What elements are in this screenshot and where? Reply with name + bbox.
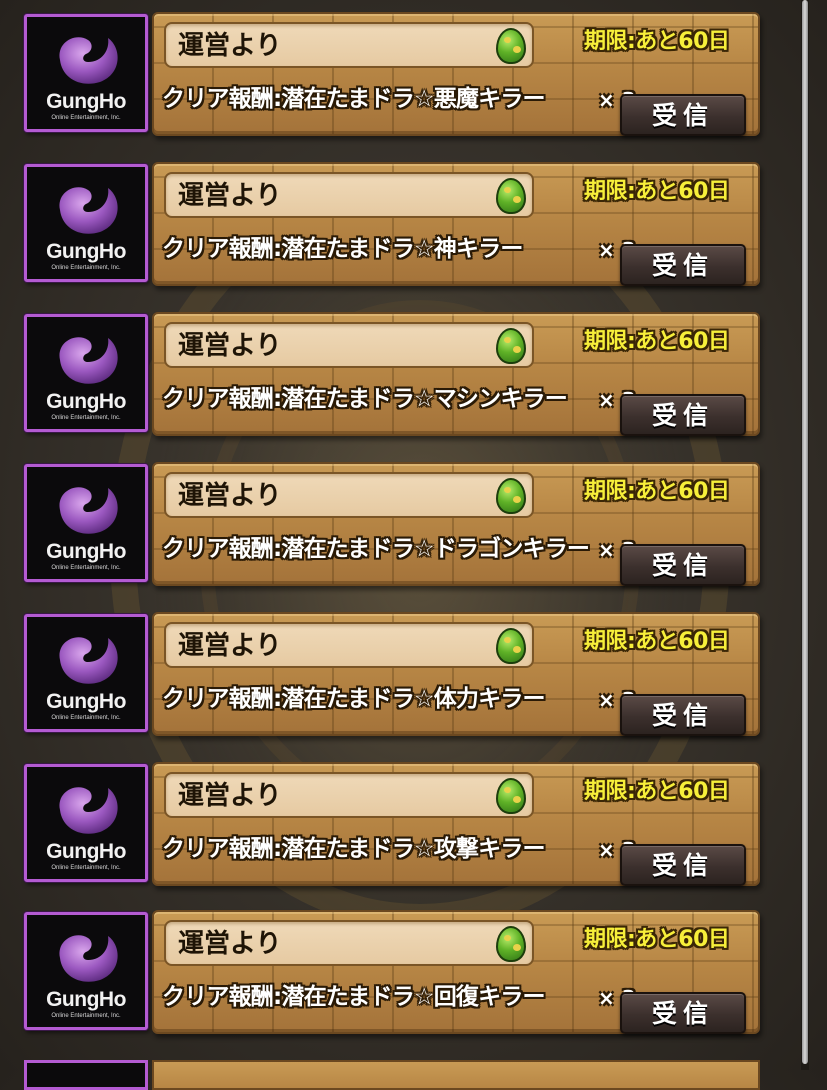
deadline-text: 期限:あと60日 — [584, 779, 730, 804]
logo-text: GungHo — [46, 240, 126, 263]
sender-field: 運営より — [164, 22, 534, 68]
egg-icon — [496, 628, 526, 664]
mail-item[interactable]: GungHo Online Entertainment, Inc. 運営より 期… — [24, 12, 760, 136]
mail-panel: 運営より 期限:あと60日 クリア報酬:潜在たまドラ☆悪魔キラー × 3 受信 — [152, 12, 760, 136]
gungho-swirl-icon — [59, 787, 118, 834]
receive-button[interactable]: 受信 — [620, 694, 746, 736]
mail-item[interactable]: GungHo Online Entertainment, Inc. 運営より 期… — [24, 312, 760, 436]
gungho-swirl-icon — [59, 187, 118, 234]
logo-subtext: Online Entertainment, Inc. — [51, 715, 121, 721]
egg-icon — [496, 178, 526, 214]
mail-panel: 運営より 期限:あと60日 クリア報酬:潜在たまドラ☆体力キラー × 3 受信 — [152, 612, 760, 736]
receive-button-label: 受信 — [651, 401, 714, 430]
reward-text: クリア報酬:潜在たまドラ☆神キラー — [162, 236, 523, 262]
receive-button-label: 受信 — [651, 851, 714, 880]
sender-field: 運営より — [164, 772, 534, 818]
mail-item[interactable]: GungHo Online Entertainment, Inc. 運営より 期… — [24, 462, 760, 586]
receive-button[interactable]: 受信 — [620, 544, 746, 586]
logo-subtext: Online Entertainment, Inc. — [51, 865, 121, 871]
mail-panel: 運営より 期限:あと60日 クリア報酬:潜在たまドラ☆攻撃キラー × 3 受信 — [152, 762, 760, 886]
mail-item[interactable]: GungHo Online Entertainment, Inc. 運営より 期… — [24, 612, 760, 736]
sender-label: 運営より — [178, 631, 282, 661]
logo-text: GungHo — [46, 90, 126, 113]
sender-field: 運営より — [164, 920, 534, 966]
deadline-text: 期限:あと60日 — [584, 629, 730, 654]
receive-button[interactable]: 受信 — [620, 394, 746, 436]
logo-subtext: Online Entertainment, Inc. — [51, 265, 121, 271]
mail-item-partial[interactable] — [24, 1060, 760, 1090]
receive-button[interactable]: 受信 — [620, 992, 746, 1034]
mail-item[interactable]: GungHo Online Entertainment, Inc. 運営より 期… — [24, 762, 760, 886]
reward-text: クリア報酬:潜在たまドラ☆体力キラー — [162, 686, 546, 712]
logo-subtext: Online Entertainment, Inc. — [51, 415, 121, 421]
gungho-swirl-icon — [59, 37, 118, 84]
egg-icon — [496, 28, 526, 64]
receive-button-label: 受信 — [651, 101, 714, 130]
receive-button-label: 受信 — [651, 251, 714, 280]
sender-label: 運営より — [178, 929, 282, 959]
sender-label: 運営より — [178, 481, 282, 511]
gungho-swirl-icon — [59, 487, 118, 534]
sender-label: 運営より — [178, 31, 282, 61]
mail-item[interactable]: GungHo Online Entertainment, Inc. 運営より 期… — [24, 910, 760, 1034]
deadline-text: 期限:あと60日 — [584, 927, 730, 952]
receive-button-label: 受信 — [651, 701, 714, 730]
egg-icon — [496, 926, 526, 962]
mail-panel: 運営より 期限:あと60日 クリア報酬:潜在たまドラ☆神キラー × 3 受信 — [152, 162, 760, 286]
egg-icon — [496, 328, 526, 364]
reward-text: クリア報酬:潜在たまドラ☆回復キラー — [162, 984, 546, 1010]
logo-subtext: Online Entertainment, Inc. — [51, 1013, 121, 1019]
sender-label: 運営より — [178, 781, 282, 811]
mail-panel: 運営より 期限:あと60日 クリア報酬:潜在たまドラ☆回復キラー × 3 受信 — [152, 910, 760, 1034]
gungho-logo-icon: GungHo Online Entertainment, Inc. — [24, 314, 148, 432]
egg-icon — [496, 778, 526, 814]
receive-button[interactable]: 受信 — [620, 844, 746, 886]
mail-panel: 運営より 期限:あと60日 クリア報酬:潜在たまドラ☆ドラゴンキラー × 3 受… — [152, 462, 760, 586]
reward-text: クリア報酬:潜在たまドラ☆悪魔キラー — [162, 86, 546, 112]
deadline-text: 期限:あと60日 — [584, 479, 730, 504]
mail-item[interactable]: GungHo Online Entertainment, Inc. 運営より 期… — [24, 162, 760, 286]
logo-text: GungHo — [46, 840, 126, 863]
receive-button-label: 受信 — [651, 551, 714, 580]
reward-text: クリア報酬:潜在たまドラ☆ドラゴンキラー — [162, 536, 590, 562]
logo-text: GungHo — [46, 540, 126, 563]
sender-field: 運営より — [164, 322, 534, 368]
scrollbar[interactable] — [802, 0, 808, 1064]
gungho-logo-icon: GungHo Online Entertainment, Inc. — [24, 764, 148, 882]
receive-button[interactable]: 受信 — [620, 244, 746, 286]
gungho-logo-icon: GungHo Online Entertainment, Inc. — [24, 614, 148, 732]
gungho-swirl-icon — [59, 337, 118, 384]
deadline-text: 期限:あと60日 — [584, 29, 730, 54]
logo-text: GungHo — [46, 988, 126, 1011]
logo-text: GungHo — [46, 390, 126, 413]
gungho-logo-icon: GungHo Online Entertainment, Inc. — [24, 464, 148, 582]
deadline-text: 期限:あと60日 — [584, 179, 730, 204]
sender-field: 運営より — [164, 622, 534, 668]
egg-icon — [496, 478, 526, 514]
sender-label: 運営より — [178, 181, 282, 211]
gungho-logo-icon: GungHo Online Entertainment, Inc. — [24, 14, 148, 132]
sender-label: 運営より — [178, 331, 282, 361]
logo-subtext: Online Entertainment, Inc. — [51, 115, 121, 121]
receive-button-label: 受信 — [651, 999, 714, 1028]
gungho-logo-icon: GungHo Online Entertainment, Inc. — [24, 912, 148, 1030]
mail-panel: 運営より 期限:あと60日 クリア報酬:潜在たまドラ☆マシンキラー × 3 受信 — [152, 312, 760, 436]
reward-text: クリア報酬:潜在たまドラ☆マシンキラー — [162, 386, 568, 412]
sender-field: 運営より — [164, 172, 534, 218]
gungho-logo-icon — [24, 1060, 148, 1090]
mail-panel — [152, 1060, 760, 1090]
gungho-swirl-icon — [59, 637, 118, 684]
receive-button[interactable]: 受信 — [620, 94, 746, 136]
gungho-logo-icon: GungHo Online Entertainment, Inc. — [24, 164, 148, 282]
logo-text: GungHo — [46, 690, 126, 713]
deadline-text: 期限:あと60日 — [584, 329, 730, 354]
logo-subtext: Online Entertainment, Inc. — [51, 565, 121, 571]
sender-field: 運営より — [164, 472, 534, 518]
reward-text: クリア報酬:潜在たまドラ☆攻撃キラー — [162, 836, 546, 862]
gungho-swirl-icon — [59, 935, 118, 982]
